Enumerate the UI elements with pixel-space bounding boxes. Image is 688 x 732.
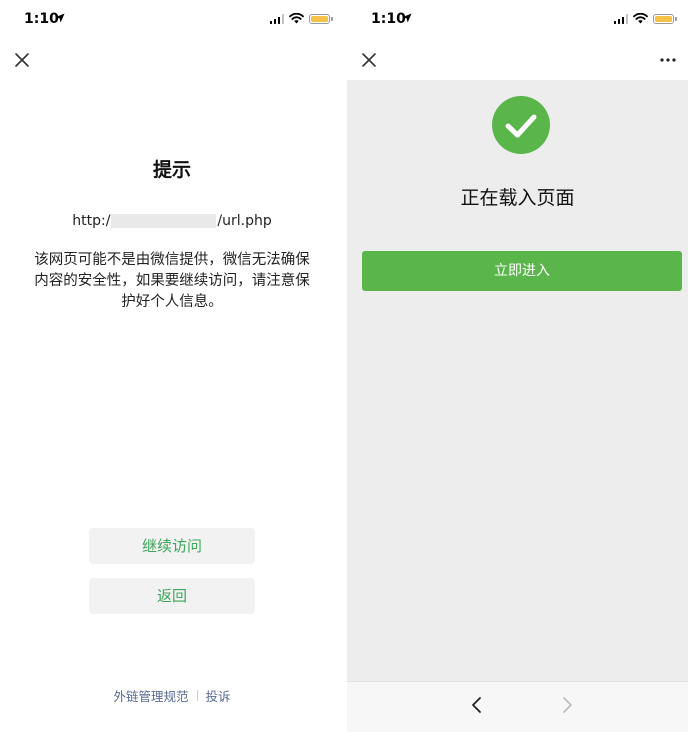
wifi-icon xyxy=(289,13,304,24)
loading-screen: 1:10 正在载入页面 立即进入 xyxy=(347,0,688,732)
url-redacted xyxy=(111,214,217,228)
footer-links: 外链管理规范 投诉 xyxy=(0,686,344,705)
loading-message: 正在载入页面 xyxy=(460,187,575,209)
close-icon[interactable] xyxy=(359,50,379,70)
footer-divider xyxy=(196,690,198,701)
check-circle-icon xyxy=(492,96,550,154)
status-icons xyxy=(269,13,333,24)
battery-icon xyxy=(653,13,677,24)
nav-bar xyxy=(0,40,344,80)
close-icon[interactable] xyxy=(12,50,32,70)
status-bar: 1:10 xyxy=(347,0,688,40)
location-arrow-icon xyxy=(402,13,412,23)
battery-icon xyxy=(309,13,333,24)
nav-bar xyxy=(347,40,688,80)
status-time: 1:10 xyxy=(371,11,406,27)
signal-icon xyxy=(269,13,284,24)
more-icon[interactable] xyxy=(658,53,678,67)
status-icons xyxy=(613,13,677,24)
warning-title: 提示 xyxy=(152,159,191,181)
blocked-url: http:/ /url.php xyxy=(0,213,344,229)
chevron-right-icon[interactable] xyxy=(557,695,577,715)
url-prefix: http:/ xyxy=(72,213,111,229)
status-time: 1:10 xyxy=(24,11,59,27)
browser-toolbar xyxy=(347,681,688,732)
continue-button[interactable]: 继续访问 xyxy=(89,528,255,564)
link-report[interactable]: 投诉 xyxy=(206,686,231,705)
location-arrow-icon xyxy=(55,13,65,23)
status-bar: 1:10 xyxy=(0,0,344,40)
link-policy[interactable]: 外链管理规范 xyxy=(113,686,188,705)
enter-now-button[interactable]: 立即进入 xyxy=(362,251,682,291)
warning-message: 该网页可能不是由微信提供，微信无法确保内容的安全性，如果要继续访问，请注意保护好… xyxy=(34,252,310,310)
chevron-left-icon[interactable] xyxy=(467,695,487,715)
url-suffix: /url.php xyxy=(217,213,272,229)
back-button[interactable]: 返回 xyxy=(89,578,255,614)
signal-icon xyxy=(613,13,628,24)
warning-screen: 1:10 提示 http:/ /url.php 该网页可能不是由微信提供，微信无… xyxy=(0,0,344,732)
wifi-icon xyxy=(633,13,648,24)
